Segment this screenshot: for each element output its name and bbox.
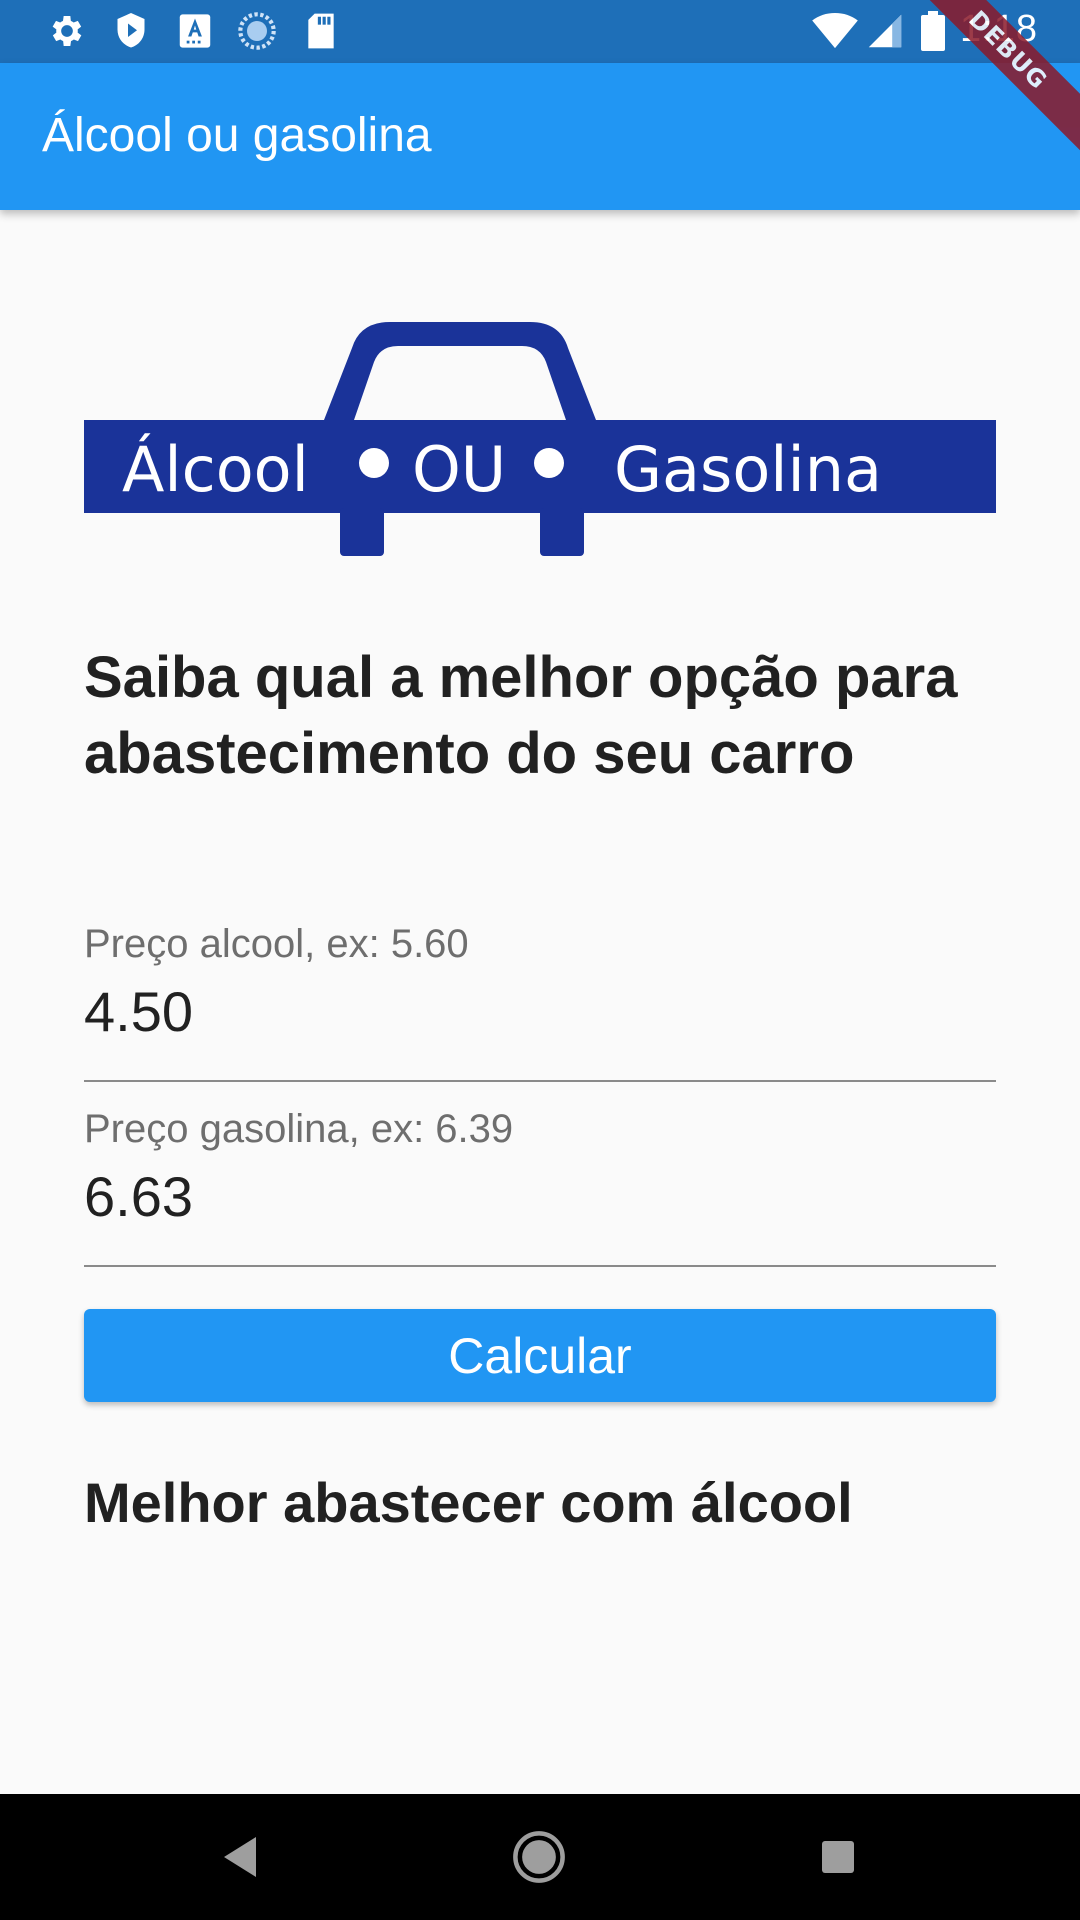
font-icon [174, 10, 216, 52]
headline: Saiba qual a melhor opção para abastecim… [84, 645, 958, 786]
app-bar: Álcool ou gasolina [0, 63, 1080, 210]
alcool-price-input[interactable]: 4.50 [84, 979, 996, 1044]
calcular-button[interactable]: Calcular [84, 1309, 996, 1402]
alcool-price-field[interactable]: Preço alcool, ex: 5.60 4.50 [84, 922, 996, 1082]
result-text: Melhor abastecer com álcool [84, 1471, 853, 1534]
settings-icon [46, 10, 88, 52]
logo-word-right: Gasolina [614, 433, 882, 506]
status-bar: 1:18 [0, 0, 1080, 63]
alcool-price-label: Preço alcool, ex: 5.60 [84, 922, 469, 966]
back-icon[interactable] [210, 1827, 270, 1887]
screen: 1:18 Álcool ou gasolina DEBUG Álcool OU … [0, 0, 1080, 1920]
shield-icon [110, 10, 152, 52]
logo-word-middle: OU [412, 433, 506, 506]
navigation-bar [0, 1794, 1080, 1920]
gasolina-price-label: Preço gasolina, ex: 6.39 [84, 1107, 514, 1151]
field-underline [84, 1080, 996, 1082]
signal-icon [864, 10, 906, 52]
wifi-icon [812, 10, 858, 52]
logo-word-left: Álcool [122, 432, 309, 506]
gasolina-price-input[interactable]: 6.63 [84, 1164, 996, 1229]
sd-card-icon [300, 10, 342, 52]
app-logo: Álcool OU Gasolina [84, 318, 996, 558]
home-icon[interactable] [509, 1827, 569, 1887]
gasolina-price-field[interactable]: Preço gasolina, ex: 6.39 6.63 [84, 1107, 996, 1267]
field-underline [84, 1265, 996, 1267]
recents-icon[interactable] [808, 1827, 868, 1887]
sync-icon [236, 10, 278, 52]
page-title: Álcool ou gasolina [42, 109, 432, 162]
